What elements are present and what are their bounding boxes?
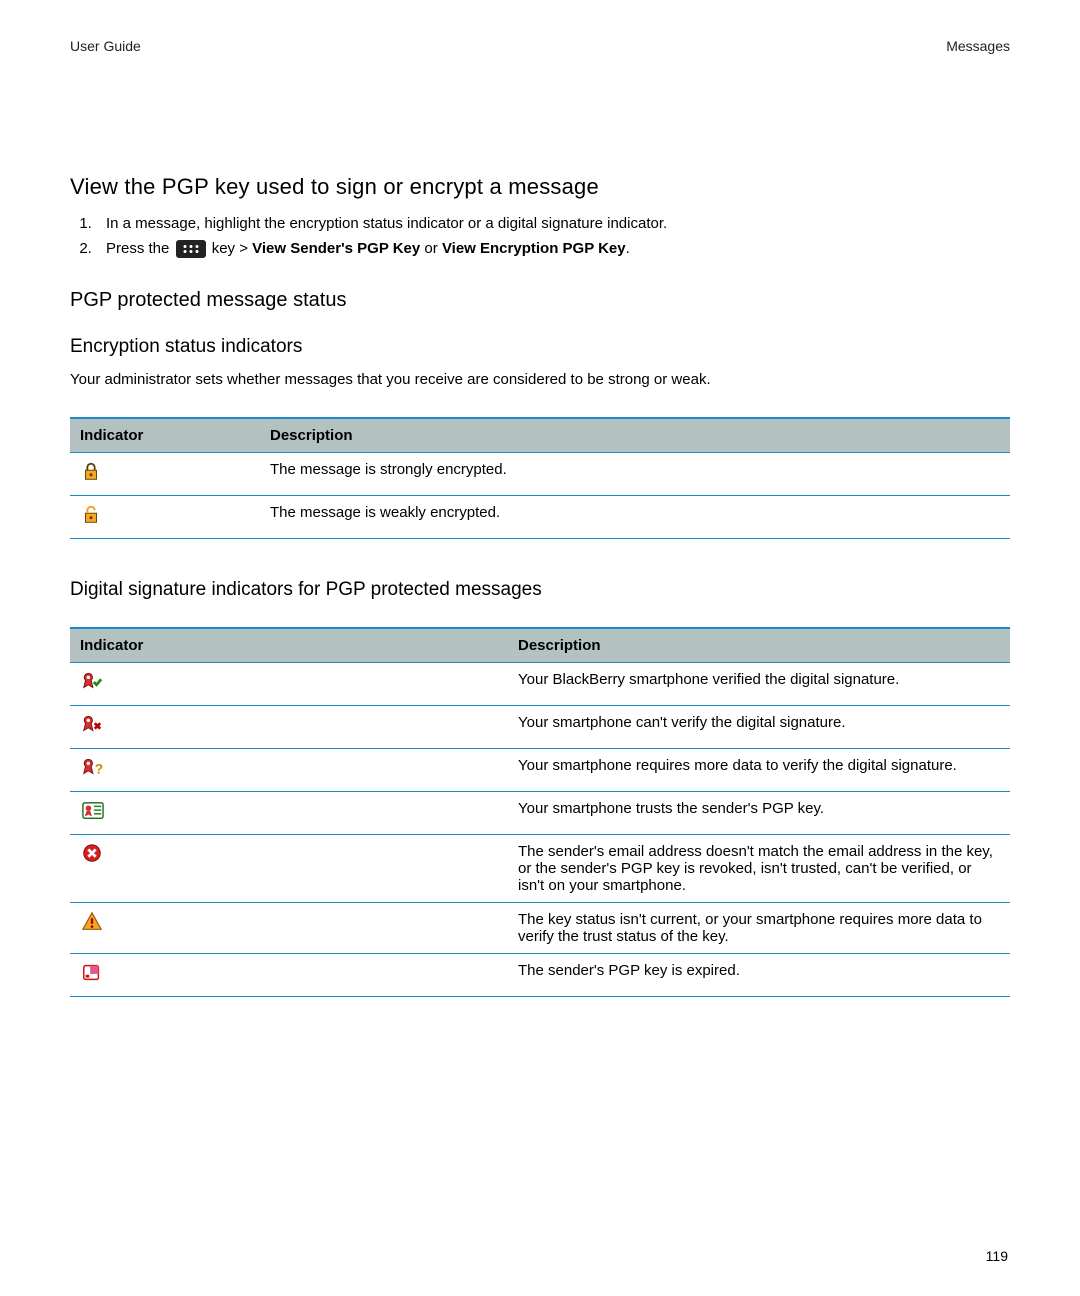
expired-card-icon [80, 962, 108, 984]
page-number: 119 [986, 1248, 1008, 1264]
ribbon-x-icon [80, 714, 108, 736]
table-row: The sender's email address doesn't match… [70, 834, 1010, 902]
step-1: In a message, highlight the encryption s… [96, 212, 1010, 235]
key-trusted-icon [80, 800, 108, 822]
th-indicator: Indicator [70, 628, 508, 663]
signature-indicators-table: Indicator Description Your BlackBerry sm… [70, 627, 1010, 997]
heading-signature-indicators: Digital signature indicators for PGP pro… [70, 579, 1010, 601]
table-row: The message is strongly encrypted. [70, 452, 1010, 495]
table-row: Your smartphone can't verify the digital… [70, 705, 1010, 748]
header-right: Messages [946, 38, 1010, 54]
table-row: The message is weakly encrypted. [70, 495, 1010, 538]
ribbon-check-icon [80, 671, 108, 693]
cell-desc: Your smartphone can't verify the digital… [508, 705, 1010, 748]
cell-desc: Your BlackBerry smartphone verified the … [508, 662, 1010, 705]
ribbon-question-icon: ? [80, 757, 108, 779]
lock-strong-icon [80, 461, 108, 483]
table-row: Your BlackBerry smartphone verified the … [70, 662, 1010, 705]
steps-list: In a message, highlight the encryption s… [70, 212, 1010, 261]
heading-view-pgp-key: View the PGP key used to sign or encrypt… [70, 174, 1010, 200]
step-2: Press the key > View Sender's PGP Key or… [96, 237, 1010, 260]
cell-desc: The sender's email address doesn't match… [508, 834, 1010, 902]
warning-triangle-icon [80, 911, 108, 933]
cell-desc: The message is strongly encrypted. [260, 452, 1010, 495]
table-row: The key status isn't current, or your sm… [70, 902, 1010, 953]
error-circle-icon [80, 843, 108, 865]
heading-pgp-status: PGP protected message status [70, 289, 1010, 312]
cell-desc: Your smartphone requires more data to ve… [508, 748, 1010, 791]
svg-text:?: ? [95, 761, 103, 776]
page-header: User Guide Messages [70, 38, 1010, 54]
table-row: The sender's PGP key is expired. [70, 953, 1010, 996]
th-indicator: Indicator [70, 418, 260, 453]
th-description: Description [508, 628, 1010, 663]
cell-desc: The message is weakly encrypted. [260, 495, 1010, 538]
cell-desc: The sender's PGP key is expired. [508, 953, 1010, 996]
cell-desc: Your smartphone trusts the sender's PGP … [508, 791, 1010, 834]
lock-weak-icon [80, 504, 108, 526]
table-row: Your smartphone trusts the sender's PGP … [70, 791, 1010, 834]
menu-key-icon [176, 240, 206, 258]
heading-encryption-indicators: Encryption status indicators [70, 336, 1010, 358]
encryption-indicators-table: Indicator Description The message is str… [70, 417, 1010, 539]
table-row: ? Your smartphone requires more data to … [70, 748, 1010, 791]
encryption-intro: Your administrator sets whether messages… [70, 368, 1010, 391]
header-left: User Guide [70, 38, 141, 54]
th-description: Description [260, 418, 1010, 453]
cell-desc: The key status isn't current, or your sm… [508, 902, 1010, 953]
